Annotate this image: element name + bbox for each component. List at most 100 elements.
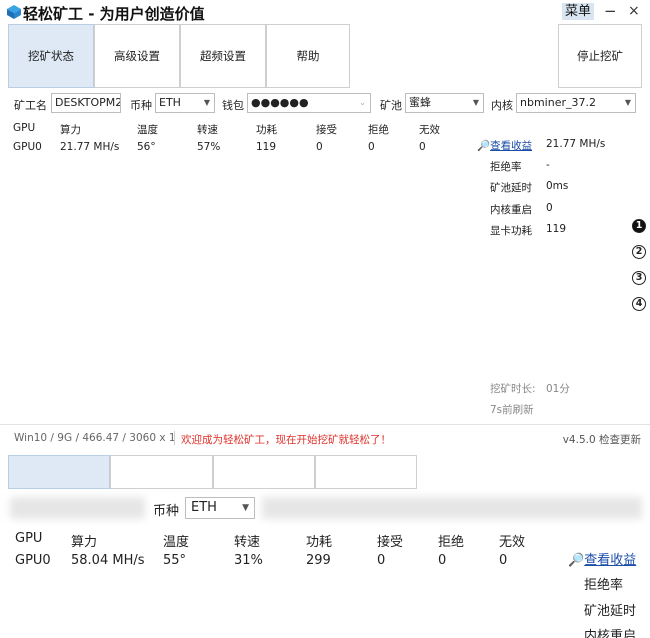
mining-time-label: 挖矿时长: [490,383,536,395]
earnings-hashrate-value: 21.77 MH/s [546,138,606,150]
column-header: 功耗 [256,124,277,136]
title-bar: 轻松矿工 - 为用户创造价值 菜单 − × [0,0,650,24]
zoomed-screenshot: 币种 ETH ▼ GPU 算力 温度 转速 功耗 接受 拒绝 无效 GPU0 5… [0,455,650,638]
page-2-button[interactable]: 2 [632,245,646,259]
kernel-restart-value: 0 [546,202,553,214]
wallet-value: ●●●●●● [251,96,309,109]
coin-select-value: ETH [159,96,181,109]
kernel-label: 内核 [491,99,513,112]
blurred-wallet-pool [262,497,642,519]
wallet-input[interactable]: ●●●●●● ⌄ [247,93,371,113]
column-header: 无效 [499,535,526,550]
accepted-cell: 0 [377,553,386,568]
kernel-restart-label: 内核重启 [490,204,532,216]
kernel-select[interactable]: nbminer_37.2 ▼ [516,93,636,113]
column-header: 接受 [316,124,337,136]
miner-name-label: 矿工名 [14,99,47,112]
column-header: 温度 [137,124,158,136]
zoom-coin-select: ETH ▼ [185,497,255,519]
minimize-button[interactable]: − [604,2,617,20]
power-cell: 299 [306,553,331,568]
blurred-miner-name [10,497,145,519]
tab-label: 高级设置 [114,49,160,63]
tab-mining-status[interactable]: 挖矿状态 [8,24,94,88]
tab-label: 挖矿状态 [28,49,74,63]
zoom-view-earnings-label: 查看收益 [584,553,637,568]
pool-select-value: 蜜蜂 [409,96,431,109]
app-logo-icon [7,5,21,19]
hashrate-cell: 21.77 MH/s [60,141,120,153]
temperature-cell: 56° [137,141,156,153]
fan-speed-cell: 31% [234,553,263,568]
power-cell: 119 [256,141,277,153]
zoom-kernel-restart-label: 内核重启 [584,629,637,638]
table-header: GPU 算力 温度 转速 功耗 接受 拒绝 无效 [0,122,470,136]
wallet-label: 钱包 [222,99,244,112]
status-bar: Win10 / 9G / 466.47 / 3060 x 1 欢迎成为轻松矿工，… [0,424,650,453]
tab-overclock-settings[interactable]: 超频设置 [180,24,266,88]
refresh-time-text: 7s前刷新 [490,404,534,416]
close-button[interactable]: × [628,3,640,19]
magnifier-icon: 🔎 [568,553,585,568]
tab-advanced-settings[interactable]: 高级设置 [94,24,180,88]
fan-speed-cell: 57% [197,141,221,153]
chevron-down-icon: ▼ [472,98,479,107]
page-1-button[interactable]: 1 [632,219,646,233]
column-header: 功耗 [306,535,333,550]
main-window: 轻松矿工 - 为用户创造价值 菜单 − × 挖矿状态 高级设置 超频设置 帮助 … [0,0,650,455]
column-header: 转速 [234,535,261,550]
pool-latency-label: 矿池延时 [490,182,532,194]
gpu-cell: GPU0 [13,141,42,153]
table-row[interactable]: GPU0 21.77 MH/s 56° 57% 119 0 0 0 [0,141,470,155]
zoom-tab-overclock [213,455,315,489]
column-header: 温度 [163,535,190,550]
column-header: 转速 [197,124,218,136]
status-divider [174,431,175,445]
column-header: 接受 [377,535,404,550]
zoom-coin-label: 币种 [153,504,180,519]
mining-time-value: 01分 [546,383,570,395]
view-earnings-link[interactable]: 🔎查看收益 [477,138,532,153]
invalid-cell: 0 [499,553,508,568]
tab-help[interactable]: 帮助 [266,24,350,88]
welcome-message: 欢迎成为轻松矿工，现在开始挖矿就轻松了！ [181,434,391,446]
tab-label: 帮助 [296,49,320,63]
zoom-tab-advanced [110,455,213,489]
column-header: 无效 [419,124,440,136]
gpu-power-value: 119 [546,223,567,235]
hashrate-cell: 58.04 MH/s [71,553,145,568]
window-title: 轻松矿工 - 为用户创造价值 [23,5,205,23]
magnifier-icon: 🔎 [477,140,491,152]
invalid-cell: 0 [419,141,426,153]
miner-name-input[interactable]: DESKTOPM2I [51,93,121,113]
stop-mining-button[interactable]: 停止挖矿 [558,24,642,88]
zoom-tab-help [315,455,417,489]
page-4-button[interactable]: 4 [632,297,646,311]
zoom-table-row: GPU0 58.04 MH/s 55° 31% 299 0 0 0 [0,553,560,569]
gpu-cell: GPU0 [15,553,51,568]
temperature-cell: 55° [163,553,187,568]
rejected-cell: 0 [438,553,447,568]
menu-button[interactable]: 菜单 [562,3,595,20]
coin-select[interactable]: ETH ▼ [155,93,215,113]
column-header: 算力 [71,535,98,550]
zoom-pool-latency-label: 矿池延时 [584,604,637,619]
kernel-select-value: nbminer_37.2 [520,96,596,109]
chevron-down-icon: ⌄ [359,98,366,107]
system-info-text: Win10 / 9G / 466.47 / 3060 x 1 [14,432,176,444]
page-3-button[interactable]: 3 [632,271,646,285]
reject-rate-value: - [546,159,550,171]
pool-select[interactable]: 蜜蜂 ▼ [405,93,484,113]
accepted-cell: 0 [316,141,323,153]
stop-mining-label: 停止挖矿 [577,49,623,63]
rejected-cell: 0 [368,141,375,153]
column-header: 算力 [60,124,81,136]
chevron-down-icon: ▼ [203,98,210,107]
column-header: 拒绝 [438,535,465,550]
gpu-power-label: 显卡功耗 [490,225,532,237]
column-header: GPU [15,531,43,546]
version-check-update[interactable]: v4.5.0 检查更新 [563,432,641,447]
tab-label: 超频设置 [200,49,246,63]
reject-rate-label: 拒绝率 [490,161,522,173]
zoom-tab-mining-status [8,455,110,489]
